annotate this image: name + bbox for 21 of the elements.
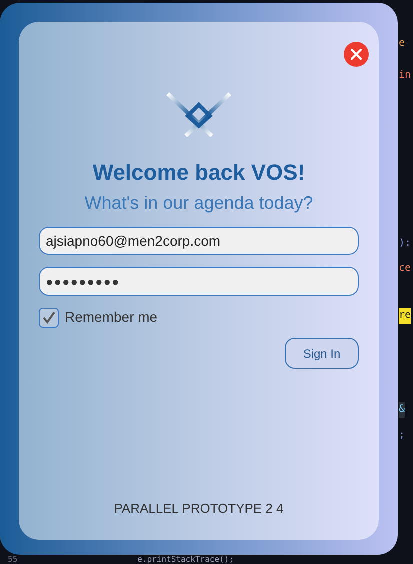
footer-text: PARALLEL PROTOTYPE 2 4 — [114, 500, 284, 518]
code-fragment: in — [399, 69, 412, 83]
sign-in-button[interactable]: Sign In — [285, 338, 359, 369]
close-button[interactable] — [344, 42, 369, 67]
code-fragment: re — [399, 308, 412, 324]
email-field[interactable]: ajsiapno60@men2corp.com — [39, 227, 359, 255]
code-fragment: & — [399, 402, 406, 418]
checkmark-icon — [42, 310, 56, 324]
remember-label: Remember me — [65, 308, 158, 327]
line-number: 55 — [8, 556, 18, 564]
logo-icon — [166, 92, 232, 137]
code-fragment: ; — [399, 429, 406, 443]
code-fragment: ): — [399, 237, 412, 251]
welcome-subtitle: What's in our agenda today? — [84, 192, 314, 215]
password-field[interactable]: ●●●●●●●●● — [39, 267, 359, 296]
code-fragment: ce — [399, 262, 412, 276]
code-fragment: e — [399, 37, 406, 51]
welcome-title: Welcome back VOS! — [92, 159, 306, 187]
code-line: e.printStackTrace(); — [138, 556, 234, 564]
remember-checkbox[interactable] — [39, 308, 59, 328]
close-icon — [351, 49, 362, 60]
